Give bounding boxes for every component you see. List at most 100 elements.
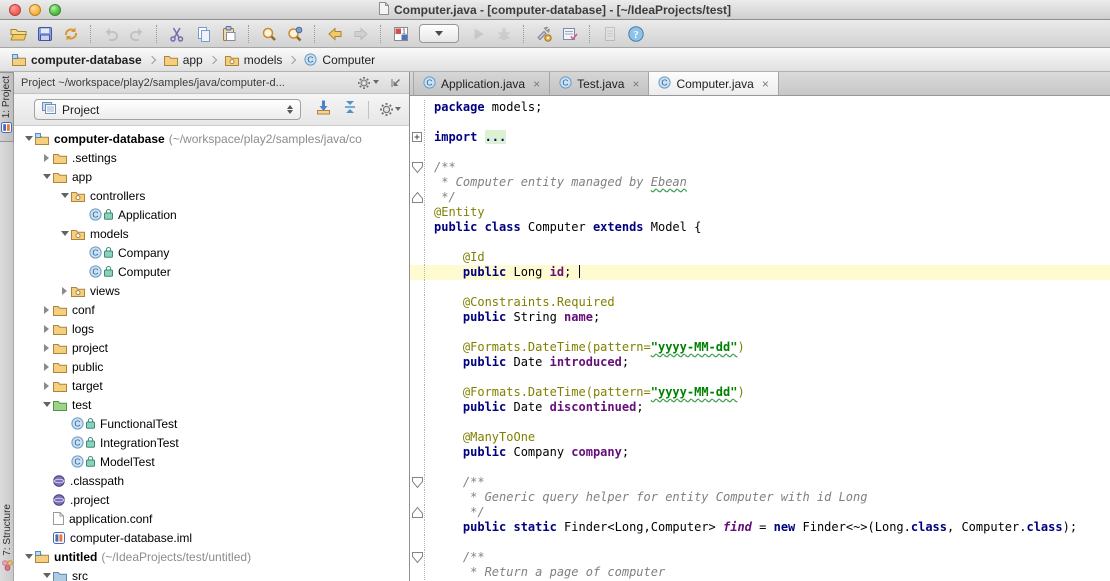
- tree-row-application[interactable]: CApplication: [14, 205, 409, 224]
- breadcrumb-item-computer-database[interactable]: computer-database: [10, 53, 144, 67]
- copy-icon[interactable]: [192, 23, 213, 44]
- back-icon[interactable]: [324, 23, 345, 44]
- replace-icon[interactable]: [284, 23, 305, 44]
- collapsed-arrow-icon[interactable]: [58, 287, 71, 295]
- hide-panel-icon[interactable]: [390, 77, 402, 89]
- breadcrumb-item-app[interactable]: app: [162, 53, 205, 67]
- tree-row-computer[interactable]: CComputer: [14, 262, 409, 281]
- tab-close-icon[interactable]: ×: [632, 78, 639, 90]
- tab-test-java[interactable]: CTest.java×: [549, 72, 649, 95]
- code-line-text: @Formats.DateTime(pattern="yyyy-MM-dd"): [425, 340, 745, 355]
- tree-row-project[interactable]: project: [14, 338, 409, 357]
- gutter: [410, 250, 425, 265]
- code-line-text: @Formats.DateTime(pattern="yyyy-MM-dd"): [425, 385, 745, 400]
- settings-icon[interactable]: [533, 23, 554, 44]
- class-icon: C: [89, 208, 113, 221]
- fold-marker-close-icon[interactable]: [410, 505, 425, 520]
- tree-row-application-conf[interactable]: application.conf: [14, 509, 409, 528]
- expanded-arrow-icon[interactable]: [40, 174, 53, 179]
- tree-row-controllers[interactable]: controllers: [14, 186, 409, 205]
- tab-application-java[interactable]: CApplication.java×: [413, 72, 550, 95]
- expanded-arrow-icon[interactable]: [58, 231, 71, 236]
- collapsed-arrow-icon[interactable]: [40, 363, 53, 371]
- expanded-arrow-icon[interactable]: [40, 573, 53, 578]
- svg-text:C: C: [92, 248, 98, 258]
- tool-window-button-1-project[interactable]: 1: Project: [0, 72, 14, 142]
- save-all-icon[interactable]: [34, 23, 55, 44]
- project-panel-header: Project ~/workspace/play2/samples/java/c…: [14, 72, 409, 94]
- fold-marker-open-icon[interactable]: [410, 550, 425, 565]
- help-icon[interactable]: ?: [625, 23, 646, 44]
- code-editor[interactable]: package models;import .../** * Computer …: [410, 96, 1110, 581]
- class-icon: C: [89, 265, 113, 278]
- tree-node-path: (~/workspace/play2/samples/java/co: [169, 132, 362, 146]
- tool-window-button-7-structure[interactable]: 7: Structure: [0, 501, 14, 579]
- collapsed-arrow-icon[interactable]: [40, 154, 53, 162]
- fold-marker-open-icon[interactable]: [410, 160, 425, 175]
- expanded-arrow-icon[interactable]: [22, 554, 35, 559]
- expanded-arrow-icon[interactable]: [22, 136, 35, 141]
- toolbar-separator: [368, 101, 369, 119]
- tree-row-test[interactable]: test: [14, 395, 409, 414]
- expanded-arrow-icon[interactable]: [40, 402, 53, 407]
- tab-label: Application.java: [441, 77, 525, 91]
- paste-icon[interactable]: [218, 23, 239, 44]
- fold-marker-close-icon[interactable]: [410, 190, 425, 205]
- tree-row-target[interactable]: target: [14, 376, 409, 395]
- zoom-window-button[interactable]: [49, 4, 61, 16]
- tree-row-computer-database[interactable]: computer-database (~/workspace/play2/sam…: [14, 129, 409, 148]
- tree-row-functionaltest[interactable]: CFunctionalTest: [14, 414, 409, 433]
- tree-row-untitled[interactable]: untitled (~/IdeaProjects/test/untitled): [14, 547, 409, 566]
- tree-row-company[interactable]: CCompany: [14, 243, 409, 262]
- collapsed-arrow-icon[interactable]: [40, 325, 53, 333]
- minimize-window-button[interactable]: [29, 4, 41, 16]
- tree-row--classpath[interactable]: .classpath: [14, 471, 409, 490]
- code-line-text: [425, 280, 434, 295]
- open-project-icon[interactable]: [8, 23, 29, 44]
- cut-icon[interactable]: [166, 23, 187, 44]
- class-icon: C: [89, 246, 113, 259]
- tab-computer-java[interactable]: CComputer.java×: [648, 72, 778, 95]
- folder-blue-icon: [53, 570, 67, 581]
- project-structure-icon[interactable]: [559, 23, 580, 44]
- breadcrumb-item-models[interactable]: models: [223, 53, 285, 67]
- synchronize-icon[interactable]: [60, 23, 81, 44]
- project-view-select[interactable]: Project: [34, 99, 301, 120]
- scroll-from-source-icon[interactable]: [315, 99, 332, 120]
- folder-icon: [53, 171, 67, 183]
- fold-marker-plus-icon[interactable]: [410, 130, 425, 145]
- tree-row-conf[interactable]: conf: [14, 300, 409, 319]
- tree-row-app[interactable]: app: [14, 167, 409, 186]
- tree-row-modeltest[interactable]: CModelTest: [14, 452, 409, 471]
- code-line-text: /**: [425, 160, 456, 175]
- tree-row-views[interactable]: views: [14, 281, 409, 300]
- code-line: @Formats.DateTime(pattern="yyyy-MM-dd"): [410, 385, 1110, 400]
- panel-gear-icon[interactable]: [357, 76, 379, 90]
- find-icon[interactable]: [258, 23, 279, 44]
- tree-row--settings[interactable]: .settings: [14, 148, 409, 167]
- tree-row-computer-database-iml[interactable]: computer-database.iml: [14, 528, 409, 547]
- tab-close-icon[interactable]: ×: [533, 78, 540, 90]
- collapsed-arrow-icon[interactable]: [40, 306, 53, 314]
- collapsed-arrow-icon[interactable]: [40, 382, 53, 390]
- breadcrumb-item-Computer[interactable]: CComputer: [302, 53, 377, 67]
- collapse-all-icon[interactable]: [342, 99, 358, 120]
- expanded-arrow-icon[interactable]: [58, 193, 71, 198]
- tree-row-src[interactable]: src: [14, 566, 409, 581]
- panel-settings-gear-icon[interactable]: [379, 102, 401, 117]
- code-line: [410, 280, 1110, 295]
- project-tree[interactable]: computer-database (~/workspace/play2/sam…: [14, 126, 409, 581]
- tree-row-models[interactable]: models: [14, 224, 409, 243]
- code-line: @Entity: [410, 205, 1110, 220]
- run-configurations-icon[interactable]: 1: [390, 23, 411, 44]
- tree-row--project[interactable]: .project: [14, 490, 409, 509]
- fold-marker-open-icon[interactable]: [410, 475, 425, 490]
- tree-row-logs[interactable]: logs: [14, 319, 409, 338]
- close-window-button[interactable]: [9, 4, 21, 16]
- project-tool-icon: [1, 120, 12, 138]
- collapsed-arrow-icon[interactable]: [40, 344, 53, 352]
- tree-row-public[interactable]: public: [14, 357, 409, 376]
- tree-row-integrationtest[interactable]: CIntegrationTest: [14, 433, 409, 452]
- run-configuration-select[interactable]: [419, 24, 459, 43]
- tab-close-icon[interactable]: ×: [762, 78, 769, 90]
